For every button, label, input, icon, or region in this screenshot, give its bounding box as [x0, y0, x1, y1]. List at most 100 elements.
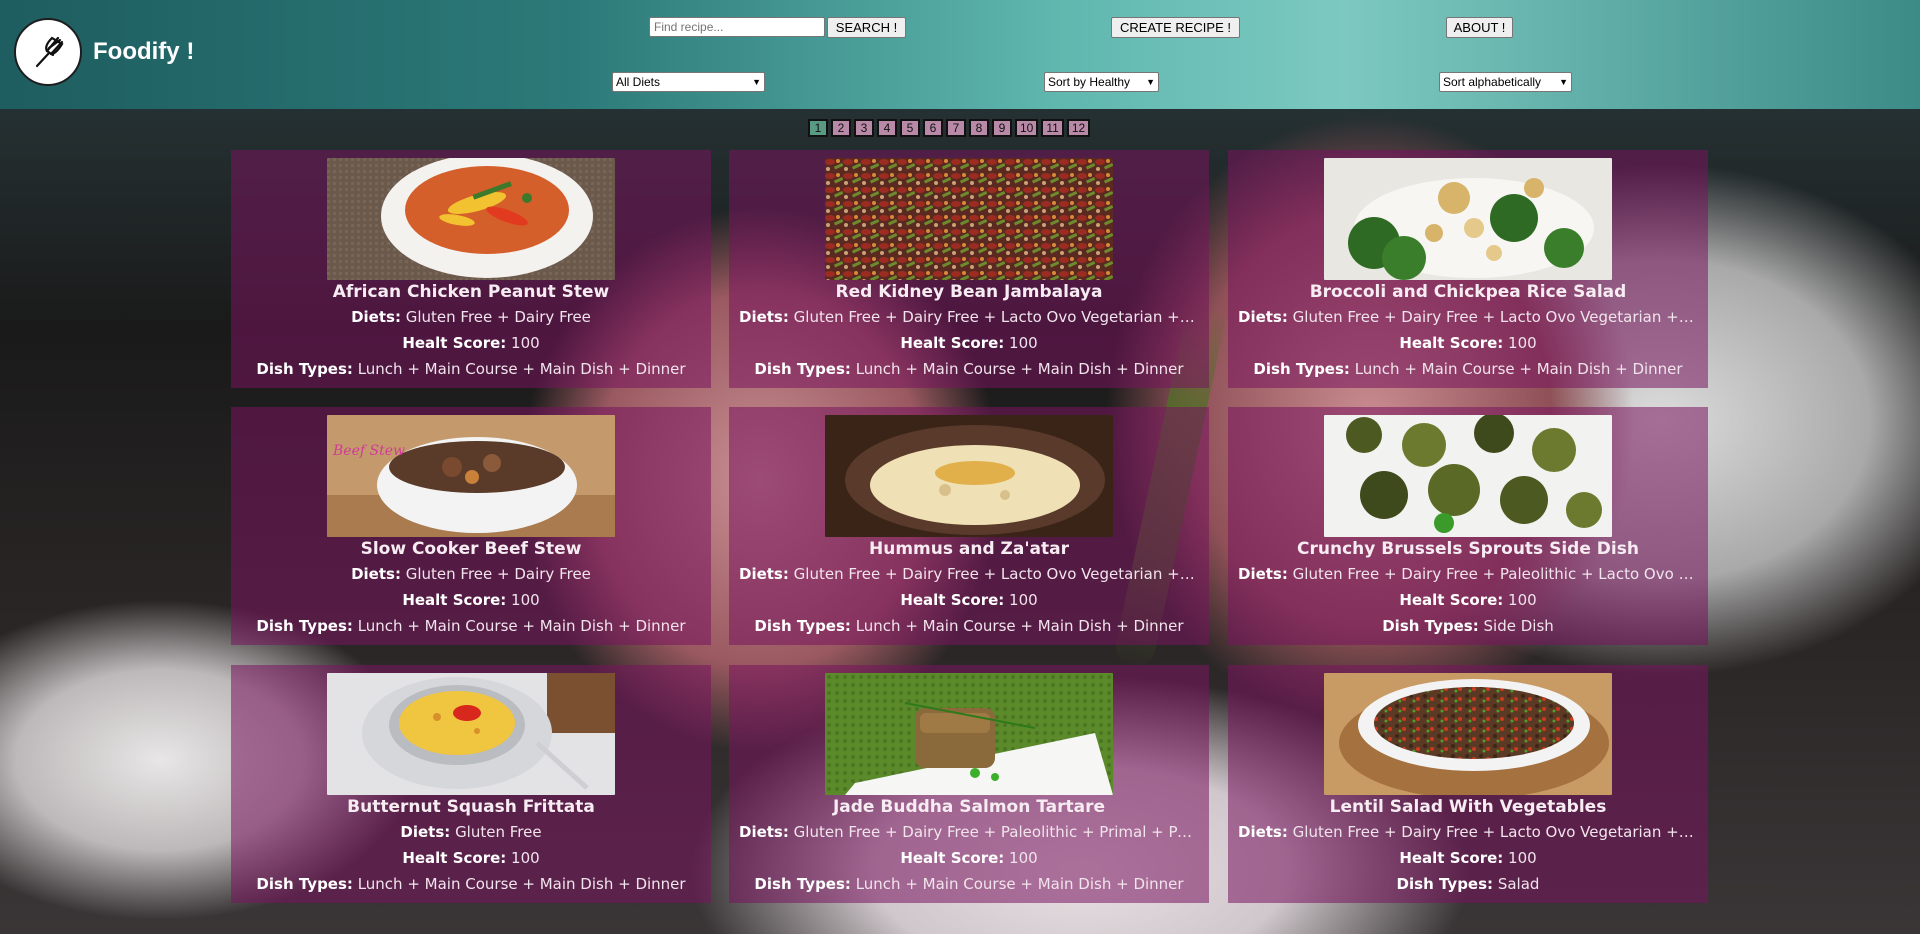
pagination: 1 2 3 4 5 6 7 8 9 10 11 12 [808, 119, 1091, 137]
diet-filter-value: All Diets [616, 75, 661, 89]
recipe-diets: Diets: Gluten Free + Dairy Free [241, 565, 701, 583]
recipe-card[interactable]: African Chicken Peanut Stew Diets: Glute… [231, 150, 711, 388]
diets-label: Diets: [1238, 823, 1288, 841]
recipe-score: Healt Score: 100 [241, 334, 701, 352]
recipe-image[interactable] [327, 158, 615, 280]
recipe-title[interactable]: African Chicken Peanut Stew [231, 282, 711, 302]
recipe-card[interactable]: Broccoli and Chickpea Rice Salad Diets: … [1228, 150, 1708, 388]
recipe-dish-types: Dish Types: Salad [1238, 875, 1698, 893]
recipe-card[interactable]: Beef Stew Slow Cooker Beef Stew Diets: G… [231, 407, 711, 645]
page-button-12[interactable]: 12 [1066, 119, 1091, 137]
recipe-dish-types: Dish Types: Lunch + Main Course + Main D… [241, 875, 701, 893]
recipe-score: Healt Score: 100 [739, 591, 1199, 609]
recipe-diets: Diets: Gluten Free + Dairy Free + Lacto … [739, 565, 1199, 583]
sort-healthy-value: Sort by Healthy [1048, 75, 1131, 89]
types-label: Dish Types: [1253, 360, 1350, 378]
page-button-4[interactable]: 4 [877, 119, 897, 137]
diets-label: Diets: [739, 565, 789, 583]
image-caption: Beef Stew [332, 443, 405, 459]
diets-label: Diets: [351, 308, 401, 326]
diets-label: Diets: [1238, 308, 1288, 326]
types-label: Dish Types: [754, 360, 851, 378]
recipe-title[interactable]: Red Kidney Bean Jambalaya [729, 282, 1209, 302]
diets-label: Diets: [739, 308, 789, 326]
recipe-image[interactable] [1324, 415, 1612, 537]
recipe-dish-types: Dish Types: Lunch + Main Course + Main D… [1238, 360, 1698, 378]
fork-logo-icon[interactable] [14, 18, 82, 86]
score-value: 100 [511, 849, 540, 867]
recipe-image[interactable]: Beef Stew [327, 415, 615, 537]
page-button-10[interactable]: 10 [1015, 119, 1039, 137]
about-button[interactable]: ABOUT ! [1446, 17, 1513, 38]
recipe-card[interactable]: Crunchy Brussels Sprouts Side Dish Diets… [1228, 407, 1708, 645]
recipe-diets: Diets: Gluten Free + Dairy Free + Lacto … [739, 308, 1199, 326]
search-input[interactable] [649, 17, 825, 37]
types-value: Salad [1497, 875, 1540, 893]
create-recipe-button[interactable]: CREATE RECIPE ! [1111, 17, 1240, 38]
types-label: Dish Types: [256, 617, 353, 635]
recipe-score: Healt Score: 100 [1238, 591, 1698, 609]
diets-value: Gluten Free + Dairy Free + Lacto Ovo Veg… [1292, 823, 1698, 841]
recipe-score: Healt Score: 100 [1238, 849, 1698, 867]
sort-alpha-select[interactable]: Sort alphabetically ▼ [1439, 72, 1572, 92]
types-value: Lunch + Main Course + Main Dish + Dinner [1354, 360, 1683, 378]
page-button-7[interactable]: 7 [946, 119, 966, 137]
recipe-image[interactable] [327, 673, 615, 795]
chevron-down-icon: ▼ [1559, 77, 1568, 87]
types-value: Lunch + Main Course + Main Dish + Dinner [357, 360, 686, 378]
types-value: Lunch + Main Course + Main Dish + Dinner [855, 360, 1184, 378]
types-value: Lunch + Main Course + Main Dish + Dinner [855, 875, 1184, 893]
recipe-title[interactable]: Crunchy Brussels Sprouts Side Dish [1228, 539, 1708, 559]
chevron-down-icon: ▼ [1146, 77, 1155, 87]
recipe-title[interactable]: Broccoli and Chickpea Rice Salad [1228, 282, 1708, 302]
recipe-image[interactable] [1324, 158, 1612, 280]
score-value: 100 [511, 334, 540, 352]
recipe-title[interactable]: Jade Buddha Salmon Tartare [729, 797, 1209, 817]
recipe-image[interactable] [1324, 673, 1612, 795]
score-value: 100 [1508, 334, 1537, 352]
score-label: Healt Score: [1399, 849, 1504, 867]
score-label: Healt Score: [900, 849, 1005, 867]
page-button-5[interactable]: 5 [900, 119, 920, 137]
diet-filter-select[interactable]: All Diets ▼ [612, 72, 765, 92]
recipe-title[interactable]: Butternut Squash Frittata [231, 797, 711, 817]
recipe-image[interactable] [825, 158, 1113, 280]
types-label: Dish Types: [256, 360, 353, 378]
recipe-score: Healt Score: 100 [241, 849, 701, 867]
diets-label: Diets: [1238, 565, 1288, 583]
recipe-card[interactable]: Butternut Squash Frittata Diets: Gluten … [231, 665, 711, 903]
recipe-diets: Diets: Gluten Free + Dairy Free + Paleol… [1238, 565, 1698, 583]
recipe-card[interactable]: Jade Buddha Salmon Tartare Diets: Gluten… [729, 665, 1209, 903]
recipe-score: Healt Score: 100 [1238, 334, 1698, 352]
page-button-8[interactable]: 8 [969, 119, 989, 137]
page-button-2[interactable]: 2 [831, 119, 851, 137]
types-label: Dish Types: [754, 875, 851, 893]
page-button-6[interactable]: 6 [923, 119, 943, 137]
page-button-9[interactable]: 9 [992, 119, 1012, 137]
score-label: Healt Score: [402, 334, 507, 352]
score-label: Healt Score: [1399, 591, 1504, 609]
recipe-diets: Diets: Gluten Free + Dairy Free + Lacto … [1238, 823, 1698, 841]
recipe-image[interactable] [825, 415, 1113, 537]
sort-alpha-value: Sort alphabetically [1443, 75, 1542, 89]
recipe-title[interactable]: Slow Cooker Beef Stew [231, 539, 711, 559]
recipe-diets: Diets: Gluten Free + Dairy Free [241, 308, 701, 326]
page-button-11[interactable]: 11 [1041, 119, 1064, 137]
recipe-card[interactable]: Lentil Salad With Vegetables Diets: Glut… [1228, 665, 1708, 903]
recipe-image[interactable] [825, 673, 1113, 795]
recipe-title[interactable]: Lentil Salad With Vegetables [1228, 797, 1708, 817]
recipe-card[interactable]: Red Kidney Bean Jambalaya Diets: Gluten … [729, 150, 1209, 388]
recipe-card[interactable]: Hummus and Za'atar Diets: Gluten Free + … [729, 407, 1209, 645]
recipe-diets: Diets: Gluten Free + Dairy Free + Lacto … [1238, 308, 1698, 326]
page-button-1[interactable]: 1 [808, 119, 828, 137]
diets-value: Gluten Free + Dairy Free + Lacto Ovo Veg… [793, 565, 1199, 583]
page-button-3[interactable]: 3 [854, 119, 874, 137]
sort-healthy-select[interactable]: Sort by Healthy ▼ [1044, 72, 1159, 92]
score-label: Healt Score: [900, 591, 1005, 609]
search-button[interactable]: SEARCH ! [827, 17, 906, 38]
score-value: 100 [1009, 591, 1038, 609]
recipe-diets: Diets: Gluten Free [241, 823, 701, 841]
types-label: Dish Types: [754, 617, 851, 635]
recipe-title[interactable]: Hummus and Za'atar [729, 539, 1209, 559]
top-header: Foodify ! SEARCH ! CREATE RECIPE ! ABOUT… [0, 0, 1920, 109]
